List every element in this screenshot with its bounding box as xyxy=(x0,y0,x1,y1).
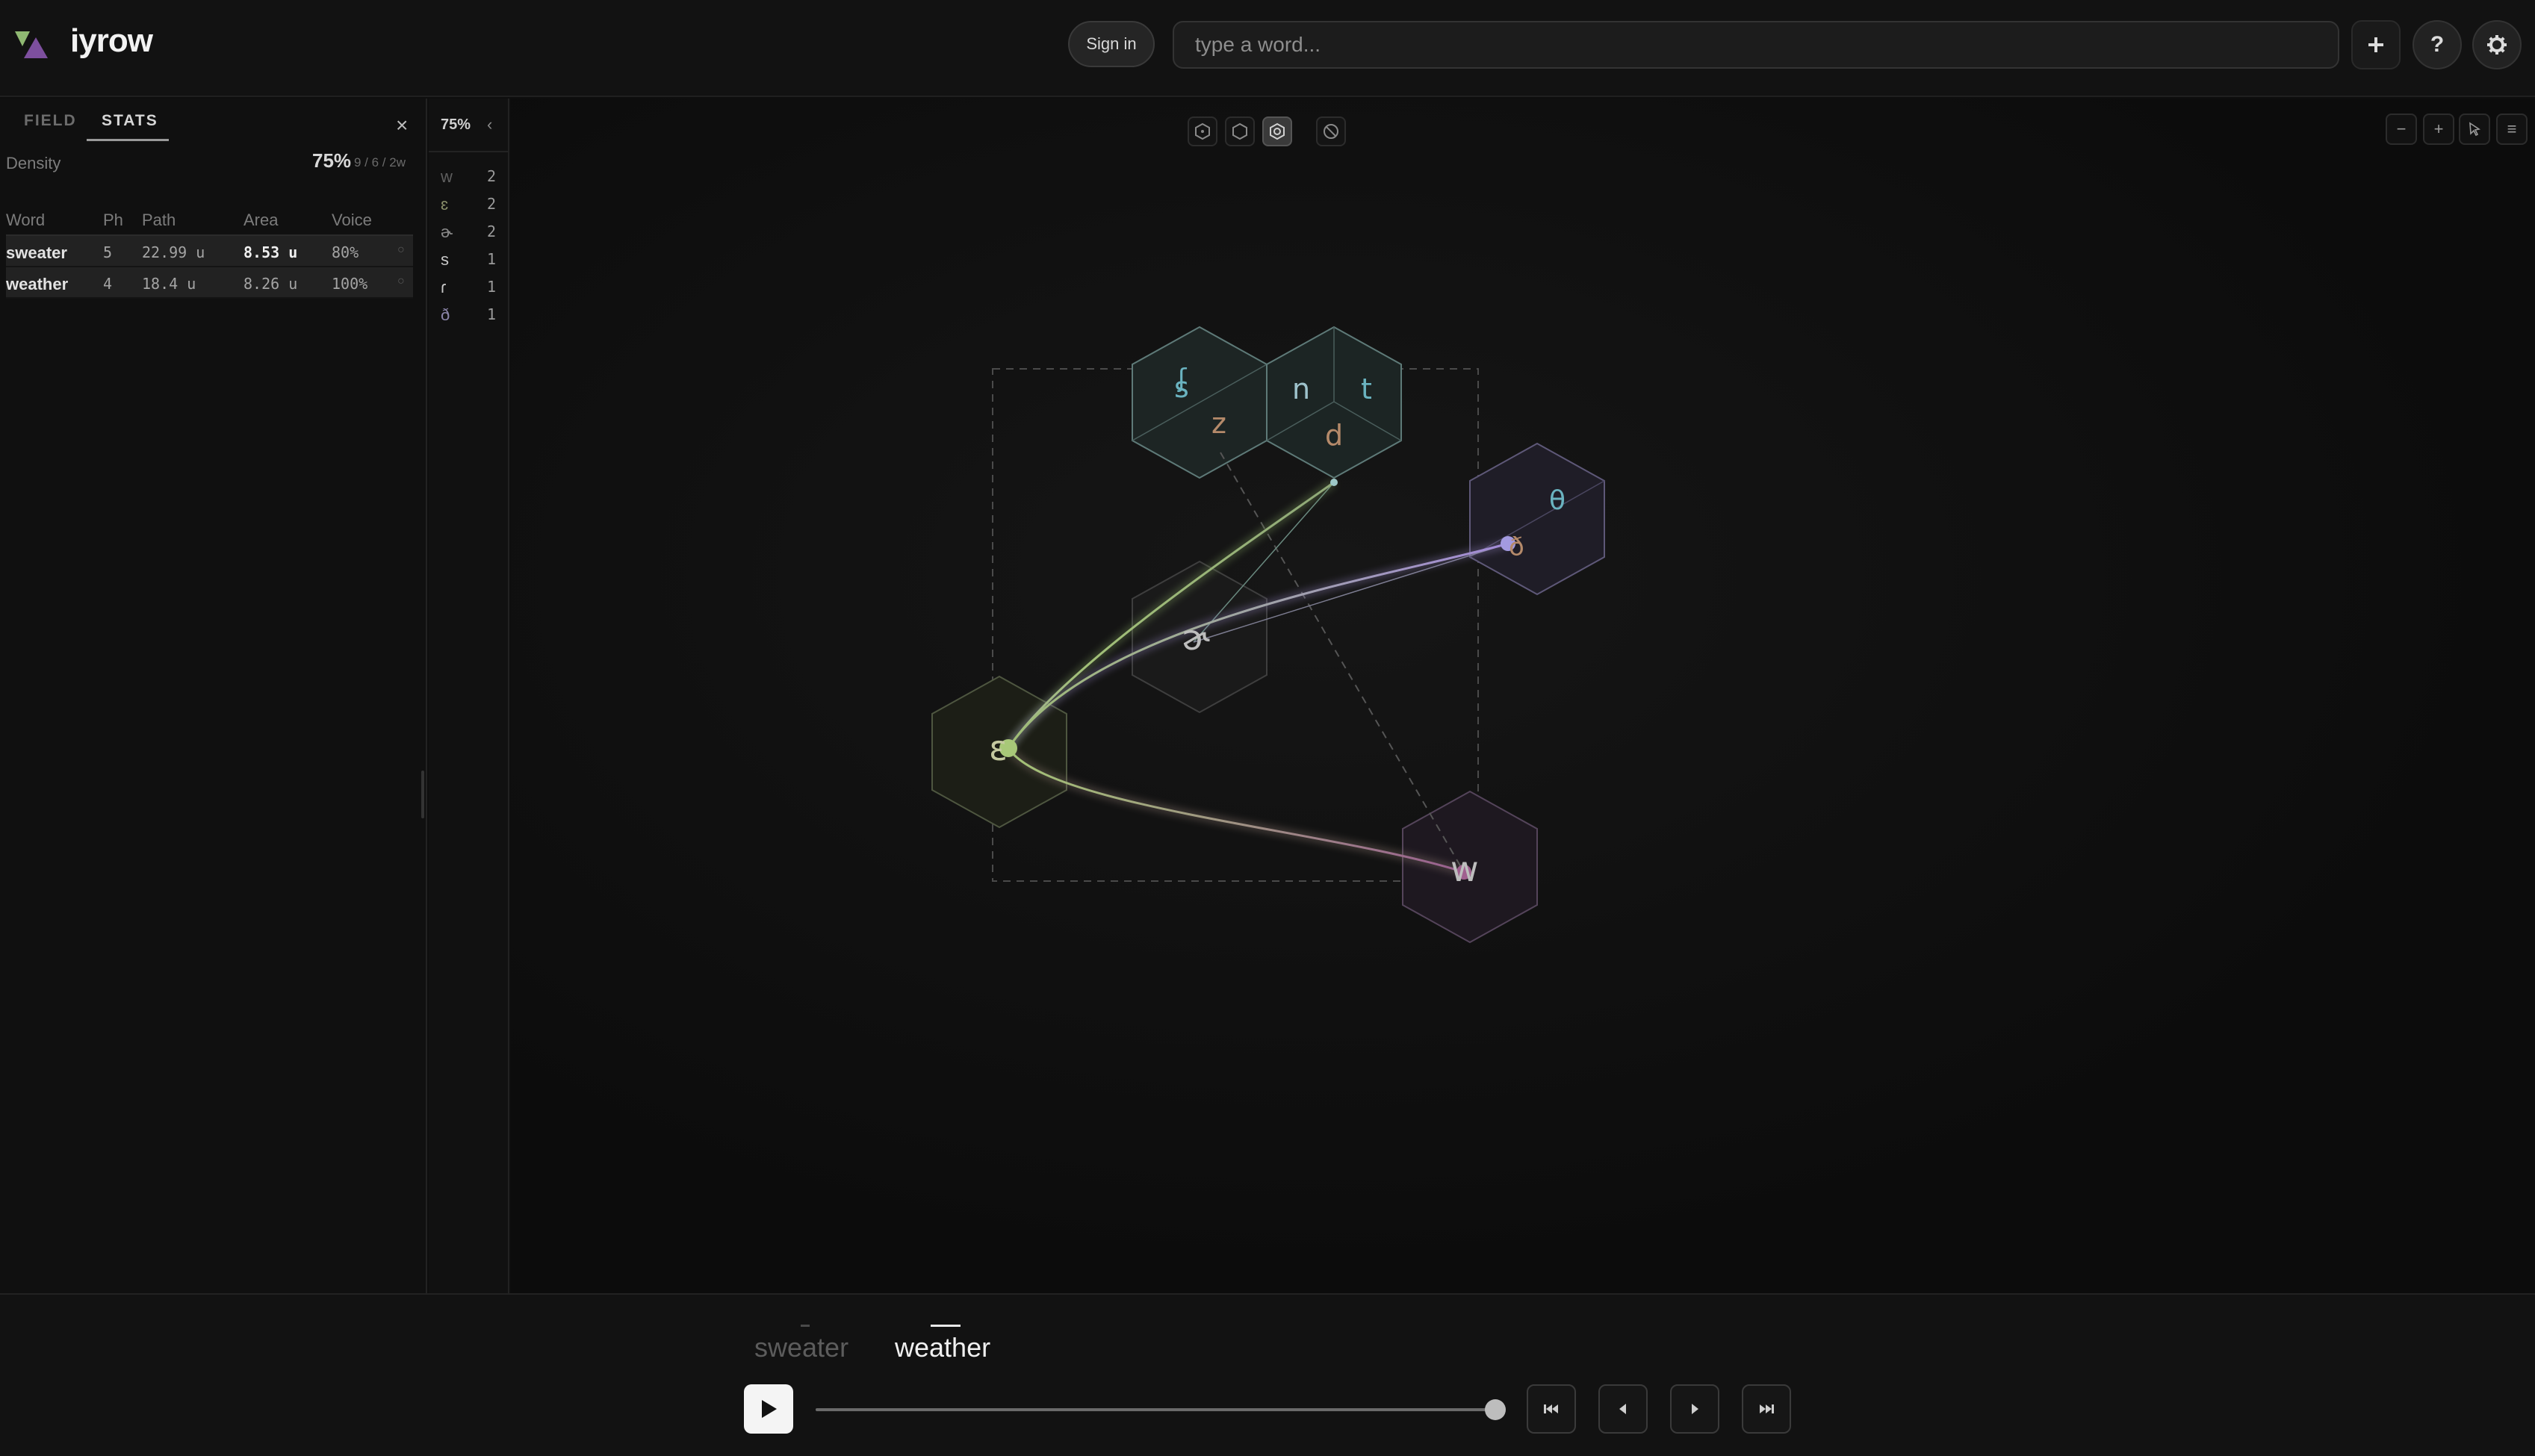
skip-start-button[interactable] xyxy=(1527,1384,1576,1434)
phoneme-counts-column: 75% ‹ w 2 ɛ 2 ɚ 2 s 1 ɾ 1 ð 1 xyxy=(429,99,509,1293)
gear-icon xyxy=(2487,35,2507,55)
sign-in-button[interactable]: Sign in xyxy=(1068,21,1155,67)
row-voice: 80% xyxy=(332,243,359,261)
skip-end-button[interactable] xyxy=(1742,1384,1791,1434)
divider xyxy=(429,151,508,152)
active-tab-indicator xyxy=(87,139,169,141)
search-input[interactable] xyxy=(1173,21,2339,69)
table-row[interactable]: weather 4 18.4 u 8.26 u 100% ○ xyxy=(6,267,413,299)
progress-knob[interactable] xyxy=(1485,1399,1506,1420)
step-back-button[interactable] xyxy=(1598,1384,1648,1434)
row-path: 22.99 u xyxy=(142,243,205,261)
column-header-area: Area xyxy=(243,211,279,229)
table-row[interactable]: sweater 5 22.99 u 8.53 u 80% ○ xyxy=(6,236,413,267)
phoneme-count: 2 xyxy=(487,167,497,185)
column-header-voice: Voice xyxy=(332,211,372,229)
word-tab-active[interactable]: weather xyxy=(895,1332,990,1363)
add-button[interactable] xyxy=(2351,20,2401,69)
phoneme-symbol: ɾ xyxy=(441,278,447,296)
phoneme-symbol: w xyxy=(441,167,453,186)
phoneme-field-canvas[interactable]: − + ≡ ʃ s z n t d θ ð ɚ ɛ w xyxy=(511,99,2535,1293)
phoneme-count: 1 xyxy=(487,250,497,268)
phoneme-percent: 75% xyxy=(441,116,471,133)
row-path: 18.4 u xyxy=(142,275,196,293)
label-er: ɚ xyxy=(1182,617,1210,658)
step-back-icon xyxy=(1619,1404,1626,1414)
phoneme-graph: ʃ s z n t d θ ð ɚ ɛ w xyxy=(931,326,1605,944)
phoneme-symbol: ɛ xyxy=(441,195,449,214)
label-d: d xyxy=(1325,419,1343,452)
column-header-ph: Ph xyxy=(103,211,123,229)
row-area: 8.53 u xyxy=(243,243,298,261)
play-icon xyxy=(762,1400,777,1418)
panel-resize-handle[interactable] xyxy=(421,771,424,818)
path-eps-w xyxy=(1007,747,1465,874)
column-header-path: Path xyxy=(142,211,176,229)
step-forward-button[interactable] xyxy=(1670,1384,1719,1434)
hex-cell-sz xyxy=(1132,326,1268,479)
collapse-button[interactable]: ‹ xyxy=(487,115,492,134)
phoneme-symbol: s xyxy=(441,250,449,269)
logo-icon xyxy=(15,31,48,58)
row-word: sweater xyxy=(6,243,67,262)
word-tab-indicator xyxy=(801,1325,810,1327)
phoneme-count: 2 xyxy=(487,195,497,213)
phoneme-count: 1 xyxy=(487,278,497,296)
phoneme-symbol: ð xyxy=(441,305,450,324)
label-n: n xyxy=(1292,373,1310,405)
play-button[interactable] xyxy=(744,1384,793,1434)
word-tab[interactable]: sweater xyxy=(754,1332,848,1363)
density-label: Density xyxy=(6,154,61,172)
progress-slider[interactable] xyxy=(816,1399,1506,1420)
row-word: weather xyxy=(6,275,69,293)
row-visibility-icon[interactable]: ○ xyxy=(397,243,405,257)
node-ntd xyxy=(1330,479,1338,486)
label-eth: ð xyxy=(1509,532,1524,562)
close-panel-button[interactable]: × xyxy=(396,113,408,137)
word-tab-indicator-active xyxy=(931,1325,961,1327)
row-area: 8.26 u xyxy=(243,275,298,293)
step-forward-icon xyxy=(1692,1404,1698,1414)
density-breakdown: 9 / 6 / 2w xyxy=(354,155,406,169)
plus-icon xyxy=(2368,37,2383,52)
row-ph: 5 xyxy=(103,243,113,261)
phoneme-count: 1 xyxy=(487,305,497,323)
skip-end-icon xyxy=(1760,1404,1774,1413)
stats-panel: FIELD STATS × Density 75% 9 / 6 / 2w Wor… xyxy=(0,99,427,1293)
label-theta: θ xyxy=(1549,485,1566,516)
progress-fill xyxy=(816,1408,1495,1411)
label-s: s xyxy=(1174,371,1189,404)
label-t: t xyxy=(1361,373,1372,405)
phoneme-symbol: ɚ xyxy=(441,223,453,241)
hex-cell-ntd xyxy=(1266,326,1402,479)
label-z: z xyxy=(1211,407,1226,440)
skip-start-icon xyxy=(1544,1404,1558,1413)
stats-table: Word Ph Path Area Voice sweater 5 22.99 … xyxy=(6,203,413,299)
help-button[interactable]: ? xyxy=(2413,20,2462,69)
settings-button[interactable] xyxy=(2472,20,2522,69)
density-value: 75% xyxy=(312,149,352,172)
table-header: Word Ph Path Area Voice xyxy=(6,203,413,236)
label-eps: ɛ xyxy=(989,728,1008,768)
column-header-word: Word xyxy=(6,211,46,229)
label-w: w xyxy=(1450,849,1479,889)
tab-field[interactable]: FIELD xyxy=(24,112,77,130)
row-visibility-icon[interactable]: ○ xyxy=(397,275,405,288)
row-voice: 100% xyxy=(332,275,368,293)
tab-stats[interactable]: STATS xyxy=(102,112,158,130)
phoneme-count: 2 xyxy=(487,223,497,240)
row-ph: 4 xyxy=(103,275,113,293)
brand-name: iyrow xyxy=(70,22,153,59)
hex-cell-theta xyxy=(1469,442,1605,596)
playback-bar: sweater weather xyxy=(0,1293,2535,1456)
top-bar: iyrow Sign in ? xyxy=(0,0,2535,97)
